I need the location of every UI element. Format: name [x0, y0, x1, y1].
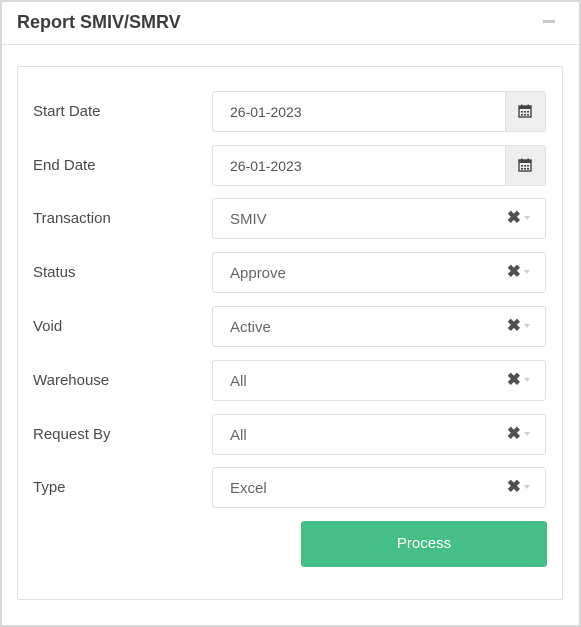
clear-icon[interactable]: ✖ [507, 317, 521, 335]
status-row: Status Approve ✖ [18, 252, 562, 294]
caret-down-icon[interactable] [524, 485, 530, 489]
end-date-row: End Date 26-01-2023 [18, 145, 562, 187]
type-value: Excel [230, 480, 267, 497]
request-by-select[interactable]: All ✖ [212, 414, 546, 455]
filter-form: Start Date 26-01-2023 End Date 26-01-202… [17, 66, 563, 600]
calendar-icon [518, 158, 532, 172]
transaction-row: Transaction SMIV ✖ [18, 198, 562, 240]
end-date-input[interactable]: 26-01-2023 [212, 145, 546, 186]
void-value: Active [230, 319, 271, 336]
status-select[interactable]: Approve ✖ [212, 252, 546, 293]
clear-icon[interactable]: ✖ [507, 263, 521, 281]
clear-icon[interactable]: ✖ [507, 209, 521, 227]
end-date-calendar-button[interactable] [505, 146, 545, 185]
start-date-row: Start Date 26-01-2023 [18, 91, 562, 133]
clear-icon[interactable]: ✖ [507, 478, 521, 496]
end-date-value: 26-01-2023 [230, 158, 302, 174]
transaction-label: Transaction [33, 210, 111, 227]
warehouse-row: Warehouse All ✖ [18, 360, 562, 402]
report-panel: Report SMIV/SMRV Start Date 26-01-2023 E… [0, 0, 581, 627]
clear-icon[interactable]: ✖ [507, 425, 521, 443]
panel-header: Report SMIV/SMRV [2, 2, 579, 45]
process-button[interactable]: Process [301, 521, 547, 567]
type-select[interactable]: Excel ✖ [212, 467, 546, 508]
caret-down-icon[interactable] [524, 378, 530, 382]
end-date-label: End Date [33, 157, 96, 174]
start-date-value: 26-01-2023 [230, 104, 302, 120]
type-label: Type [33, 479, 66, 496]
caret-down-icon[interactable] [524, 324, 530, 328]
type-row: Type Excel ✖ [18, 467, 562, 509]
clear-icon[interactable]: ✖ [507, 371, 521, 389]
request-by-row: Request By All ✖ [18, 414, 562, 456]
void-label: Void [33, 318, 63, 335]
transaction-value: SMIV [230, 211, 267, 228]
request-by-label: Request By [33, 426, 111, 443]
void-select[interactable]: Active ✖ [212, 306, 546, 347]
warehouse-select[interactable]: All ✖ [212, 360, 546, 401]
caret-down-icon[interactable] [524, 432, 530, 436]
calendar-icon [518, 104, 532, 118]
status-value: Approve [230, 265, 286, 282]
page-title: Report SMIV/SMRV [17, 12, 181, 32]
start-date-calendar-button[interactable] [505, 92, 545, 131]
transaction-select[interactable]: SMIV ✖ [212, 198, 546, 239]
request-by-value: All [230, 427, 247, 444]
start-date-input[interactable]: 26-01-2023 [212, 91, 546, 132]
start-date-label: Start Date [33, 103, 101, 120]
void-row: Void Active ✖ [18, 306, 562, 348]
minus-icon[interactable] [543, 20, 555, 23]
status-label: Status [33, 264, 76, 281]
warehouse-value: All [230, 373, 247, 390]
caret-down-icon[interactable] [524, 270, 530, 274]
caret-down-icon[interactable] [524, 216, 530, 220]
warehouse-label: Warehouse [33, 372, 110, 389]
